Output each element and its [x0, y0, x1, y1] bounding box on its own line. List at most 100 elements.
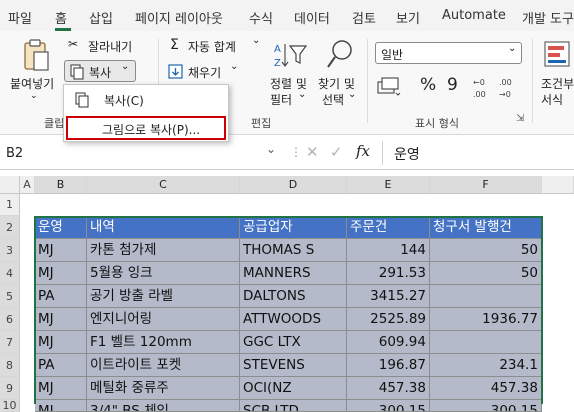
- column-header-d[interactable]: D: [240, 176, 347, 194]
- tab-page-layout[interactable]: 페이지 레이아웃: [135, 8, 223, 27]
- row-header-8[interactable]: 8: [0, 354, 20, 377]
- currency-format-icon[interactable]: [377, 75, 403, 101]
- tab-formulas[interactable]: 수식: [249, 8, 273, 27]
- tab-insert[interactable]: 삽입: [89, 8, 113, 27]
- percent-icon[interactable]: %: [420, 75, 436, 95]
- cell-invoice[interactable]: 457.38: [430, 377, 542, 400]
- cell-operation[interactable]: MJ: [35, 377, 87, 400]
- row-header-2[interactable]: 2: [0, 216, 20, 239]
- tab-data[interactable]: 데이터: [294, 8, 330, 27]
- fill-button[interactable]: 채우기 ⌄: [168, 61, 258, 81]
- cell-order[interactable]: 196.87: [347, 354, 430, 377]
- cell-supplier[interactable]: OCI(NZ: [240, 377, 347, 400]
- cell-invoice[interactable]: 1936.77: [430, 308, 542, 331]
- copy-button[interactable]: 복사 ⌄: [64, 60, 136, 82]
- dialog-launcher-icon[interactable]: ⇲: [516, 113, 524, 124]
- header-cell-invoice[interactable]: 청구서 발행건: [430, 216, 542, 239]
- header-cell-supplier[interactable]: 공급업자: [240, 216, 347, 239]
- column-header-g[interactable]: [542, 176, 574, 194]
- chevron-down-icon[interactable]: ⌄: [266, 142, 276, 156]
- cell-supplier[interactable]: DALTONS: [240, 285, 347, 308]
- copy-dropdown-menu: 복사(C) 그림으로 복사(P)...: [63, 84, 229, 142]
- column-header-f[interactable]: F: [430, 176, 542, 194]
- cancel-icon[interactable]: ✕: [306, 143, 319, 161]
- column-header-b[interactable]: B: [35, 176, 87, 194]
- cell-operation[interactable]: MJ: [35, 239, 87, 262]
- menu-item-copy[interactable]: 복사(C): [66, 89, 226, 111]
- row-header-6[interactable]: 6: [0, 308, 20, 331]
- column-header-c[interactable]: C: [87, 176, 240, 194]
- cell-order[interactable]: 144: [347, 239, 430, 262]
- cell-description[interactable]: 5월용 잉크: [87, 262, 240, 285]
- cell-supplier[interactable]: STEVENS: [240, 354, 347, 377]
- cell-description[interactable]: 이트라이트 포켓: [87, 354, 240, 377]
- row-header-4[interactable]: 4: [0, 262, 20, 285]
- cell-operation[interactable]: MJ: [35, 331, 87, 354]
- select-all-corner[interactable]: [0, 176, 20, 194]
- chevron-down-icon: ⌄: [298, 89, 307, 100]
- autosum-button[interactable]: Σ 자동 합계 ⌄: [168, 35, 264, 55]
- menu-item-copy-as-picture[interactable]: 그림으로 복사(P)...: [66, 116, 226, 140]
- row-header-3[interactable]: 3: [0, 239, 20, 262]
- tab-review[interactable]: 검토: [352, 8, 376, 27]
- cell-order[interactable]: 3415.27: [347, 285, 430, 308]
- cell-invoice[interactable]: 50: [430, 239, 542, 262]
- row-header-1[interactable]: 1: [0, 194, 20, 216]
- cell-order[interactable]: 457.38: [347, 377, 430, 400]
- row-header-5[interactable]: 5: [0, 285, 20, 308]
- cell-description[interactable]: 공기 방출 라벨: [87, 285, 240, 308]
- cell-supplier[interactable]: THOMAS S: [240, 239, 347, 262]
- tab-developer[interactable]: 개발 도구: [522, 8, 574, 27]
- cell-invoice[interactable]: 234.1: [430, 354, 542, 377]
- cell-invoice[interactable]: [430, 285, 542, 308]
- cell-invoice[interactable]: [430, 331, 542, 354]
- header-cell-operation[interactable]: 운영: [35, 216, 87, 239]
- cell-operation[interactable]: MJ: [35, 308, 87, 331]
- row-header-9[interactable]: 9: [0, 377, 20, 400]
- tab-automate[interactable]: Automate: [442, 8, 506, 23]
- cell-operation[interactable]: MJ: [35, 262, 87, 285]
- conditional-format-button[interactable]: 조건부 서식: [538, 35, 574, 105]
- cell-supplier[interactable]: ATTWOODS: [240, 308, 347, 331]
- cell-invoice[interactable]: 50: [430, 262, 542, 285]
- row-header-7[interactable]: 7: [0, 331, 20, 354]
- formula-input[interactable]: 운영: [394, 144, 420, 164]
- cell-invoice[interactable]: 300.15: [430, 400, 542, 412]
- cell-description[interactable]: 메틸화 중류주: [87, 377, 240, 400]
- sort-filter-button[interactable]: A Z 정렬 및 필터 ⌄: [268, 35, 314, 107]
- conditional-format-icon: [544, 41, 570, 67]
- menu-item-copy-label: 복사(C): [104, 94, 144, 108]
- row-header-10[interactable]: 10: [0, 400, 20, 412]
- cell-description[interactable]: 3/4" BS 체인: [87, 400, 240, 412]
- insert-function-icon[interactable]: fx: [356, 142, 370, 160]
- cell-description[interactable]: 카톤 첨가제: [87, 239, 240, 262]
- header-cell-order[interactable]: 주문건: [347, 216, 430, 239]
- tab-file[interactable]: 파일: [8, 8, 32, 27]
- number-format-select[interactable]: 일반 ⌄: [375, 42, 522, 64]
- find-select-button[interactable]: 찾기 및 선택 ⌄: [316, 35, 362, 107]
- comma-style-icon[interactable]: 9: [447, 75, 458, 95]
- column-header-a[interactable]: A: [20, 176, 35, 194]
- cell-operation[interactable]: MJ: [35, 400, 87, 412]
- cell-order[interactable]: 2525.89: [347, 308, 430, 331]
- cell-supplier[interactable]: MANNERS: [240, 262, 347, 285]
- cut-button[interactable]: ✂ 잘라내기: [66, 37, 146, 55]
- name-box[interactable]: B2 ⌄: [0, 142, 284, 166]
- cell-description[interactable]: 엔지니어링: [87, 308, 240, 331]
- tab-home[interactable]: 홈: [55, 8, 67, 27]
- tab-view[interactable]: 보기: [396, 8, 420, 27]
- cell-supplier[interactable]: SCB LTD: [240, 400, 347, 412]
- cell-order[interactable]: 609.94: [347, 331, 430, 354]
- column-header-e[interactable]: E: [347, 176, 430, 194]
- cell-description[interactable]: F1 벨트 120mm: [87, 331, 240, 354]
- cell-supplier[interactable]: GGC LTX: [240, 331, 347, 354]
- increase-decimal-icon[interactable]: ←0 .00: [472, 75, 494, 101]
- cell-operation[interactable]: PA: [35, 285, 87, 308]
- confirm-icon[interactable]: ✓: [330, 143, 343, 161]
- cell-order[interactable]: 300.15: [347, 400, 430, 412]
- decrease-decimal-icon[interactable]: .00 →0: [498, 75, 520, 101]
- header-cell-description[interactable]: 내역: [87, 216, 240, 239]
- cell-operation[interactable]: PA: [35, 354, 87, 377]
- paste-button[interactable]: 붙여넣기 ⌄: [4, 35, 60, 105]
- cell-order[interactable]: 291.53: [347, 262, 430, 285]
